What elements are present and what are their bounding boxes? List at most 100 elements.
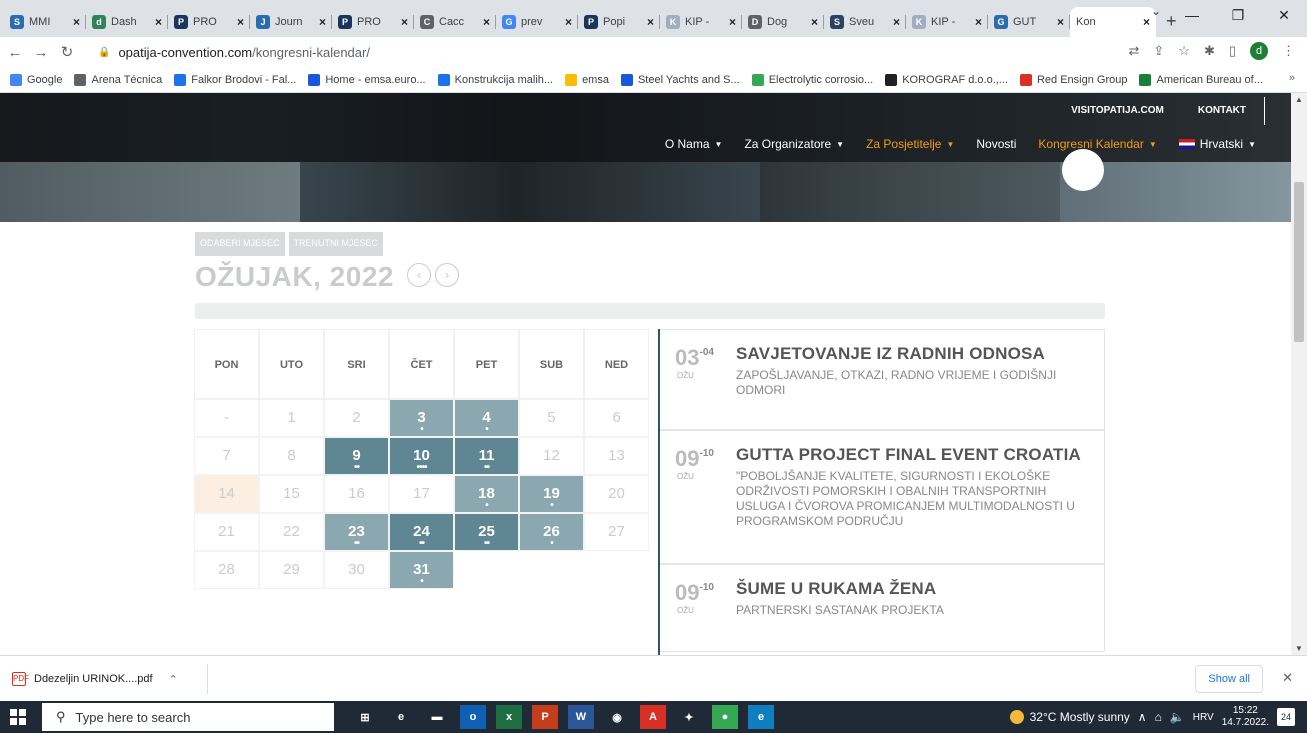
taskbar-app-2[interactable]: ▬ [424, 705, 450, 729]
taskbar-app-6[interactable]: W [568, 705, 594, 729]
nav-item-1[interactable]: Za Organizatore ▼ [744, 137, 844, 151]
volume-icon[interactable]: 🔈 [1170, 710, 1185, 724]
calendar-day[interactable]: 30 [324, 551, 389, 589]
calendar-day[interactable]: 2 [324, 399, 389, 437]
tab-2[interactable]: P PRO × [168, 7, 250, 37]
close-icon[interactable]: × [73, 15, 80, 29]
select-month-button[interactable]: ODABERI MJESEC [195, 232, 285, 256]
close-icon[interactable]: × [1143, 15, 1150, 29]
weather-widget[interactable]: 32°C Mostly sunny [1009, 710, 1130, 724]
close-icon[interactable]: × [483, 15, 490, 29]
calendar-day[interactable]: 28 [194, 551, 259, 589]
translate-icon[interactable]: ⇄ [1128, 43, 1139, 59]
taskbar-app-5[interactable]: P [532, 705, 558, 729]
bookmark-7[interactable]: Electrolytic corrosio... [751, 73, 873, 86]
calendar-day[interactable]: 15 [259, 475, 324, 513]
back-icon[interactable]: ← [4, 44, 26, 61]
bookmark-0[interactable]: Google [10, 73, 62, 86]
network-icon[interactable]: ⌂ [1155, 710, 1162, 724]
calendar-day[interactable]: 20 [584, 475, 649, 513]
close-icon[interactable]: × [975, 15, 982, 29]
bookmark-9[interactable]: Red Ensign Group [1019, 73, 1127, 86]
notification-center-icon[interactable]: 24 [1277, 708, 1295, 726]
taskbar-search[interactable]: ⚲ Type here to search [42, 703, 334, 731]
event-item[interactable]: 09-10 OŽU ŠUME U RUKAMA ŽENA PARTNERSKI SAS… [660, 564, 1105, 652]
taskbar-app-9[interactable]: ✦ [676, 705, 702, 729]
calendar-day[interactable]: 4 • [454, 399, 519, 437]
taskbar-app-1[interactable]: e [388, 705, 414, 729]
scroll-thumb[interactable] [1294, 182, 1304, 342]
nav-item-5[interactable]: Hrvatski ▼ [1178, 137, 1256, 151]
bookmark-10[interactable]: American Bureau of... [1139, 73, 1263, 86]
chevron-up-icon[interactable]: ⌃ [169, 673, 178, 686]
share-icon[interactable]: ⇪ [1153, 43, 1164, 59]
calendar-day[interactable]: 19 • [519, 475, 584, 513]
taskbar-app-0[interactable]: ⊞ [352, 705, 378, 729]
close-icon[interactable]: × [647, 15, 654, 29]
reload-icon[interactable]: ↻ [56, 43, 78, 61]
nav-item-0[interactable]: O Nama ▼ [665, 137, 723, 151]
calendar-day[interactable]: 16 [324, 475, 389, 513]
calendar-day[interactable]: 27 [584, 513, 649, 551]
tab-11[interactable]: K KIP - × [906, 7, 988, 37]
calendar-day[interactable]: 22 [259, 513, 324, 551]
calendar-day[interactable]: 14 [194, 475, 259, 513]
taskbar-app-11[interactable]: e [748, 705, 774, 729]
calendar-day[interactable]: 31 • [389, 551, 454, 589]
taskbar-app-10[interactable]: ● [712, 705, 738, 729]
bookmark-3[interactable]: Home - emsa.euro... [308, 73, 426, 86]
bookmark-2[interactable]: Falkor Brodovi - Fal... [174, 73, 296, 86]
event-item[interactable]: 09-10 OŽU GUTTA PROJECT FINAL EVENT CROATI… [660, 430, 1105, 564]
calendar-day[interactable]: 24 •• [389, 513, 454, 551]
nav-item-4[interactable]: Kongresni Kalendar ▼ [1038, 137, 1156, 151]
sidepanel-icon[interactable]: ▯ [1229, 43, 1236, 59]
close-icon[interactable]: ✕ [1282, 670, 1293, 686]
calendar-day[interactable]: 26 • [519, 513, 584, 551]
close-icon[interactable]: × [729, 15, 736, 29]
tab-5[interactable]: C Cacc × [414, 7, 496, 37]
calendar-day[interactable]: 8 [259, 437, 324, 475]
event-title[interactable]: ŠUME U RUKAMA ŽENA [736, 579, 1092, 599]
scroll-down-icon[interactable]: ▼ [1295, 644, 1303, 653]
menu-icon[interactable]: ⋮ [1282, 43, 1295, 59]
download-item[interactable]: PDF Ddezeljin URINOK....pdf ⌃ [12, 664, 208, 694]
close-icon[interactable]: × [1057, 15, 1064, 29]
calendar-day[interactable]: 9 •• [324, 437, 389, 475]
maximize-icon[interactable]: ❐ [1215, 0, 1261, 30]
calendar-day[interactable]: 13 [584, 437, 649, 475]
bookmark-8[interactable]: KOROGRAF d.o.o.,... [885, 73, 1008, 86]
calendar-day[interactable]: 3 • [389, 399, 454, 437]
calendar-day[interactable]: 7 [194, 437, 259, 475]
taskbar-app-8[interactable]: A [640, 705, 666, 729]
bookmark-5[interactable]: emsa [565, 73, 609, 86]
scroll-up-icon[interactable]: ▲ [1295, 95, 1303, 104]
calendar-day[interactable]: 5 [519, 399, 584, 437]
current-month-button[interactable]: TRENUTNI MJESEC [288, 232, 384, 256]
bookmark-6[interactable]: Steel Yachts and S... [620, 73, 740, 86]
clock[interactable]: 15:22 14.7.2022. [1222, 705, 1269, 729]
extensions-icon[interactable]: ✱ [1204, 43, 1215, 59]
address-bar[interactable]: 🔒 opatija-convention.com/kongresni-kalen… [98, 40, 1098, 64]
tab-8[interactable]: K KIP - × [660, 7, 742, 37]
close-icon[interactable]: × [811, 15, 818, 29]
tab-active[interactable]: Kon × [1070, 7, 1156, 37]
show-all-button[interactable]: Show all [1195, 665, 1263, 693]
taskbar-app-7[interactable]: ◉ [604, 705, 630, 729]
calendar-day[interactable]: 6 [584, 399, 649, 437]
tab-4[interactable]: P PRO × [332, 7, 414, 37]
link-kontakt[interactable]: KONTAKT [1198, 105, 1246, 116]
calendar-day[interactable]: 17 [389, 475, 454, 513]
calendar-day[interactable]: 29 [259, 551, 324, 589]
event-title[interactable]: GUTTA PROJECT FINAL EVENT CROATIA [736, 445, 1092, 465]
language-indicator[interactable]: HRV [1193, 712, 1214, 723]
minimize-icon[interactable]: — [1169, 0, 1215, 30]
event-title[interactable]: SAVJETOVANJE IZ RADNIH ODNOSA [736, 344, 1092, 364]
windows-start-icon[interactable] [10, 709, 26, 725]
calendar-day[interactable]: 23 •• [324, 513, 389, 551]
link-visitopatija[interactable]: VISITOPATIJA.COM [1071, 105, 1164, 116]
tab-6[interactable]: Gprev × [496, 7, 578, 37]
lock-icon[interactable]: 🔒 [98, 47, 110, 58]
tab-1[interactable]: d Dash × [86, 7, 168, 37]
bookmark-4[interactable]: Konstrukcija malih... [437, 73, 553, 86]
event-item[interactable]: 03-04 OŽU SAVJETOVANJE IZ RADNIH ODNOSA ZAP… [660, 329, 1105, 430]
